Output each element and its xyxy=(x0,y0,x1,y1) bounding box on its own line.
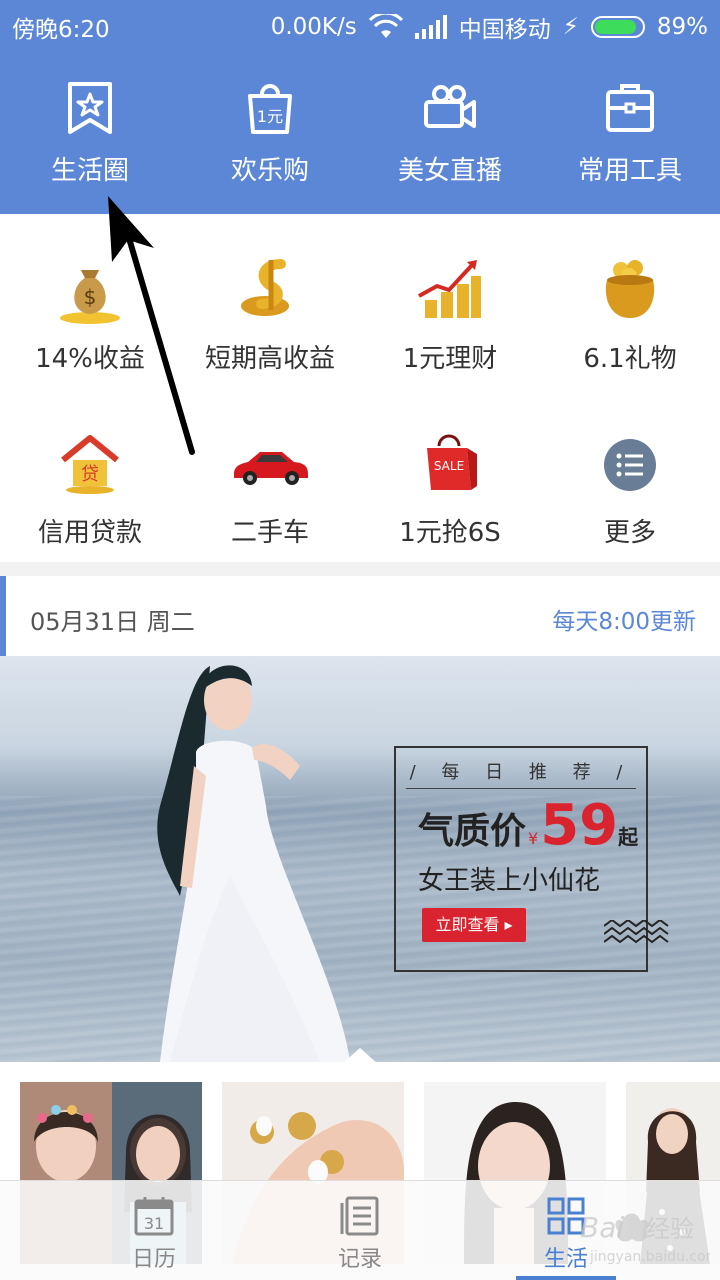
top-nav-label: 生活圈 xyxy=(50,156,129,186)
service-grid: $ 14%收益 短期高收益 1元理财 6.1礼物 贷 信用贷款 二手车 SALE… xyxy=(0,214,720,562)
grid-label: 6.1礼物 xyxy=(583,344,677,374)
grid-label: 短期高收益 xyxy=(204,344,335,374)
header: 傍晚6:20 0.00K/s 中国移动 ⚡ 89% 生活圈 1元 欢乐购 美女直… xyxy=(0,0,720,214)
top-nav: 生活圈 1元 欢乐购 美女直播 常用工具 xyxy=(0,80,720,200)
battery-percent: 89% xyxy=(656,14,708,40)
battery-icon xyxy=(590,16,645,38)
baidu-watermark: Bai 经验 jingyan.baidu.com xyxy=(580,1211,710,1265)
svg-text:SALE: SALE xyxy=(434,459,464,473)
sale-bag-icon: SALE xyxy=(427,434,477,490)
battery-fill xyxy=(594,20,636,34)
promo-tag: / 每 日 推 荐 / xyxy=(406,758,636,789)
svg-text:经验: 经验 xyxy=(646,1215,694,1243)
app-root: 傍晚6:20 0.00K/s 中国移动 ⚡ 89% 生活圈 1元 欢乐购 美女直… xyxy=(0,0,720,1280)
promo-banner[interactable]: / 每 日 推 荐 / 气质价 ¥ 59 起 女王装上小仙花 立即查看 ▸ xyxy=(0,656,720,1062)
charging-icon: ⚡ xyxy=(562,14,579,40)
shopping-bag-icon: 1元 xyxy=(248,84,292,134)
money-bag-icon: $ xyxy=(60,270,120,324)
grid-label: 信用贷款 xyxy=(37,518,142,548)
top-nav-item-life-circle[interactable]: 生活圈 xyxy=(0,80,180,200)
red-car-icon xyxy=(234,452,308,485)
tab-calendar[interactable]: 31 日历 xyxy=(64,1181,244,1280)
gold-dollar-icon xyxy=(241,259,289,316)
promo-slogan: 女王装上小仙花 xyxy=(418,866,601,896)
bottom-tab-bar: 31 日历 记录 生活 Bai 经验 jingyan.baidu.com xyxy=(0,1180,720,1280)
wifi-icon xyxy=(368,14,403,38)
status-bar: 傍晚6:20 0.00K/s 中国移动 ⚡ 89% xyxy=(0,0,720,52)
tab-label: 记录 xyxy=(337,1247,382,1272)
top-nav-label: 欢乐购 xyxy=(230,156,309,186)
grid-item-one-yuan-finance[interactable]: 1元理财 xyxy=(360,214,540,388)
grid-label: 14%收益 xyxy=(35,344,145,374)
grid-label: 二手车 xyxy=(230,518,309,548)
price-line: 气质价 ¥ 59 起 xyxy=(418,798,638,854)
bookmark-star-icon xyxy=(68,82,112,134)
date-row: 05月31日 周二 每天8:00更新 xyxy=(0,576,720,656)
zigzag-decoration xyxy=(604,920,669,944)
svg-text:jingyan.baidu.com: jingyan.baidu.com xyxy=(589,1249,710,1265)
carrier-name: 中国移动 xyxy=(458,17,551,43)
top-nav-label: 常用工具 xyxy=(577,156,682,186)
price-suffix: 起 xyxy=(618,825,639,849)
status-right: 0.00K/s 中国移动 ⚡ 89% xyxy=(271,10,708,44)
banner-pointer xyxy=(342,1048,378,1064)
svg-text:$: $ xyxy=(84,285,97,309)
calendar-day: 31 xyxy=(144,1214,164,1233)
signal-icon xyxy=(414,15,447,39)
grid-item-used-car[interactable]: 二手车 xyxy=(180,388,360,562)
record-list-icon xyxy=(340,1196,379,1236)
network-speed: 0.00K/s xyxy=(270,14,357,40)
top-nav-label: 美女直播 xyxy=(397,156,502,186)
tab-records[interactable]: 记录 xyxy=(270,1181,450,1280)
coin-chart-icon xyxy=(418,260,481,318)
house-loan-icon: 贷 xyxy=(61,435,119,494)
price-value: 59 xyxy=(540,793,619,858)
update-note: 每天8:00更新 xyxy=(552,609,696,635)
more-list-icon xyxy=(604,439,656,491)
calendar-icon: 31 xyxy=(134,1197,174,1236)
grid-item-short-term[interactable]: 短期高收益 xyxy=(180,214,360,388)
video-camera-icon xyxy=(424,85,476,128)
grid-item-credit-loan[interactable]: 贷 信用贷款 xyxy=(0,388,180,562)
accent-bar xyxy=(0,576,6,656)
model-photo xyxy=(157,665,350,1062)
active-tab-indicator xyxy=(516,1276,616,1280)
grid-label: 更多 xyxy=(603,518,656,548)
top-nav-item-happy-shop[interactable]: 1元 欢乐购 xyxy=(180,80,360,200)
status-time: 傍晚6:20 xyxy=(12,17,110,43)
grid-item-grab-6s[interactable]: SALE 1元抢6S xyxy=(360,388,540,562)
tab-label: 日历 xyxy=(131,1247,176,1272)
price-label: 气质价 xyxy=(418,811,527,852)
grid-item-14-percent[interactable]: $ 14%收益 xyxy=(0,214,180,388)
date-label: 05月31日 周二 xyxy=(30,608,195,636)
grid-item-gift[interactable]: 6.1礼物 xyxy=(540,214,720,388)
top-nav-item-live[interactable]: 美女直播 xyxy=(360,80,540,200)
top-nav-item-tools[interactable]: 常用工具 xyxy=(540,80,720,200)
toolbox-icon xyxy=(606,84,654,132)
promo-card: / 每 日 推 荐 / 气质价 ¥ 59 起 女王装上小仙花 立即查看 ▸ xyxy=(394,746,669,972)
grid-label: 1元抢6S xyxy=(399,518,501,548)
grid-label: 1元理财 xyxy=(402,344,498,374)
grid-item-more[interactable]: 更多 xyxy=(540,388,720,562)
view-now-button[interactable]: 立即查看 ▸ xyxy=(422,908,526,942)
gold-pot-icon xyxy=(605,260,655,318)
svg-text:1元: 1元 xyxy=(257,107,283,126)
svg-text:贷: 贷 xyxy=(81,464,99,485)
currency-sign: ¥ xyxy=(528,829,539,848)
